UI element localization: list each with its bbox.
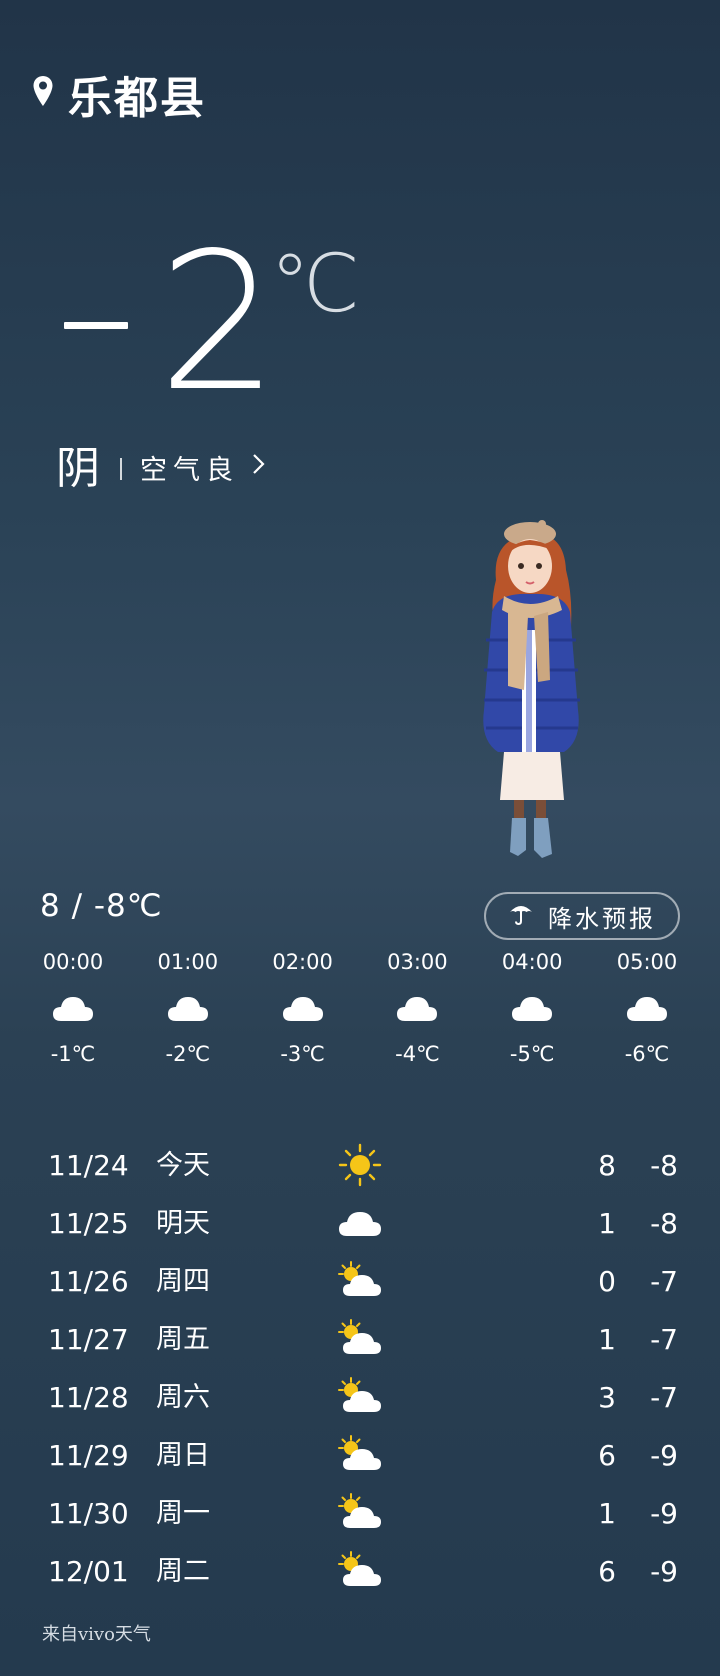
cloud-icon: [360, 980, 474, 1038]
day-high: 8: [598, 1149, 616, 1182]
current-temperature: 2: [158, 212, 279, 433]
day-date: 12/01: [48, 1555, 129, 1588]
day-low: -8: [650, 1207, 678, 1240]
source-attribution: 来自vivo天气: [42, 1624, 151, 1645]
day-low: -7: [650, 1265, 678, 1298]
partly-cloudy-icon: [336, 1490, 384, 1536]
air-quality-link[interactable]: 空气良: [140, 448, 239, 487]
daily-row[interactable]: 11/27 周五 1 -7: [48, 1312, 678, 1370]
day-name: 今天: [156, 1150, 210, 1181]
day-name: 周五: [156, 1324, 210, 1355]
daily-row[interactable]: 11/29 周日 6 -9: [48, 1428, 678, 1486]
hourly-item: 04:00 -5℃: [475, 944, 589, 1070]
day-high: 1: [598, 1207, 616, 1240]
rain-forecast-button[interactable]: 降水预报: [484, 892, 680, 940]
hour-time: 00:00: [42, 950, 104, 974]
day-high: 1: [598, 1497, 616, 1530]
day-high: 6: [598, 1439, 616, 1472]
day-high: 1: [598, 1323, 616, 1356]
location-header[interactable]: 乐都县: [32, 62, 206, 126]
cloud-icon: [16, 980, 130, 1038]
day-name: 周六: [156, 1382, 210, 1413]
day-low: -7: [650, 1323, 678, 1356]
day-name: 周二: [156, 1556, 210, 1587]
day-high: 0: [598, 1265, 616, 1298]
weather-condition: 阴: [56, 443, 100, 494]
day-name: 周一: [156, 1498, 210, 1529]
temperature-unit: ℃: [270, 237, 360, 330]
today-temperature-range: 8 / -8℃: [40, 888, 163, 924]
hour-time: 03:00: [387, 950, 448, 974]
chevron-right-icon[interactable]: [250, 452, 266, 476]
minus-sign: [64, 322, 128, 329]
cloud-icon: [336, 1200, 384, 1246]
hour-time: 04:00: [501, 950, 563, 974]
daily-forecast-list[interactable]: 11/24 今天 8 -8 11/25 明天 1 -8 11/26 周四 0 -…: [48, 1138, 678, 1602]
hour-temperature: -4℃: [395, 1042, 440, 1066]
day-low: -9: [650, 1439, 678, 1472]
day-date: 11/29: [48, 1439, 129, 1472]
sun-icon: [336, 1142, 384, 1188]
day-date: 11/26: [48, 1265, 129, 1298]
day-low: -8: [650, 1149, 678, 1182]
location-pin-icon: [32, 75, 54, 113]
rain-forecast-label: 降水预报: [548, 904, 656, 933]
day-high: 3: [598, 1381, 616, 1414]
hour-temperature: -3℃: [280, 1042, 325, 1066]
partly-cloudy-icon: [336, 1548, 384, 1594]
partly-cloudy-icon: [336, 1374, 384, 1420]
daily-row[interactable]: 11/25 明天 1 -8: [48, 1196, 678, 1254]
day-high: 6: [598, 1555, 616, 1588]
day-date: 11/25: [48, 1207, 129, 1240]
daily-row[interactable]: 11/26 周四 0 -7: [48, 1254, 678, 1312]
partly-cloudy-icon: [336, 1432, 384, 1478]
day-date: 11/24: [48, 1149, 129, 1182]
hour-temperature: -6℃: [624, 1042, 670, 1066]
day-name: 周四: [156, 1266, 210, 1297]
hour-temperature: -1℃: [50, 1042, 96, 1066]
partly-cloudy-icon: [336, 1258, 384, 1304]
hour-temperature: -5℃: [509, 1042, 555, 1066]
day-name: 周日: [156, 1440, 210, 1471]
hourly-forecast[interactable]: 00:00 -1℃ 01:00 -2℃ 02:00 -3℃ 03:00 -4℃ …: [16, 944, 704, 1070]
hourly-item: 03:00 -4℃: [360, 944, 474, 1070]
umbrella-icon: [508, 900, 534, 932]
daily-row[interactable]: 12/01 周二 6 -9: [48, 1544, 678, 1602]
hour-time: 01:00: [157, 950, 219, 974]
hourly-item: 02:00 -3℃: [246, 944, 360, 1070]
cloud-icon: [475, 980, 589, 1038]
hourly-item: 05:00 -6℃: [590, 944, 704, 1070]
daily-row[interactable]: 11/28 周六 3 -7: [48, 1370, 678, 1428]
day-date: 11/27: [48, 1323, 129, 1356]
weather-character-illustration: [483, 520, 580, 858]
hour-time: 02:00: [272, 950, 333, 974]
hourly-item: 01:00 -2℃: [131, 944, 245, 1070]
hour-time: 05:00: [616, 950, 678, 974]
day-low: -9: [650, 1497, 678, 1530]
day-name: 明天: [156, 1208, 210, 1239]
partly-cloudy-icon: [336, 1316, 384, 1362]
cloud-icon: [590, 980, 704, 1038]
cloud-icon: [131, 980, 245, 1038]
location-name: 乐都县: [68, 73, 206, 124]
divider: [120, 458, 122, 480]
day-low: -7: [650, 1381, 678, 1414]
daily-row[interactable]: 11/30 周一 1 -9: [48, 1486, 678, 1544]
hour-temperature: -2℃: [165, 1042, 211, 1066]
hourly-item: 00:00 -1℃: [16, 944, 130, 1070]
day-low: -9: [650, 1555, 678, 1588]
day-date: 11/30: [48, 1497, 129, 1530]
day-date: 11/28: [48, 1381, 129, 1414]
cloud-icon: [246, 980, 360, 1038]
daily-row[interactable]: 11/24 今天 8 -8: [48, 1138, 678, 1196]
